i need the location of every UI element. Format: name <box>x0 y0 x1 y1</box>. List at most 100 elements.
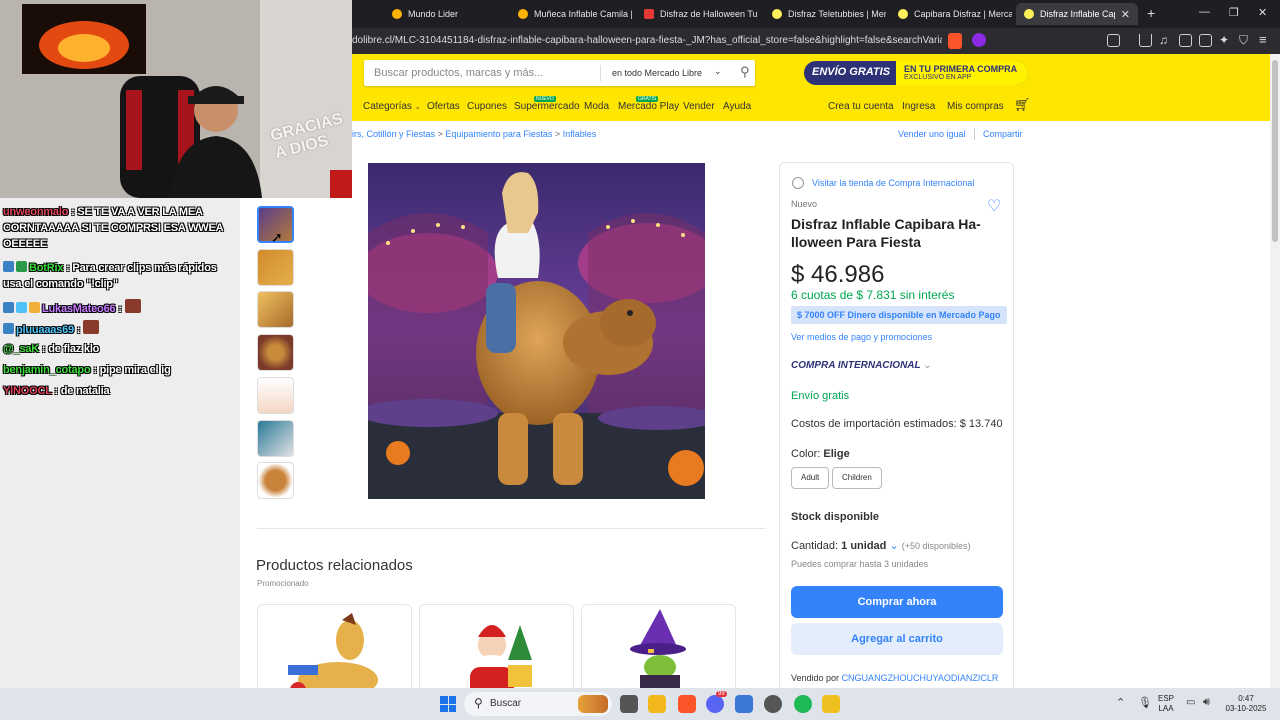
minimize-icon[interactable]: — <box>1199 6 1210 18</box>
notepad-icon[interactable] <box>735 695 753 713</box>
vpn-shield-icon[interactable]: ⛉ <box>1239 33 1248 48</box>
download-icon[interactable] <box>1139 34 1152 47</box>
tab-active-capibara[interactable]: Disfraz Inflable Capiba✕ <box>1016 3 1138 25</box>
promo-main-text: ENVÍO GRATIS <box>812 66 891 78</box>
condition-label: Nuevo <box>791 199 818 209</box>
promo-secondary: EN TU PRIMERA COMPRA EXCLUSIVO EN APP <box>896 61 1028 85</box>
store-link[interactable]: Visitar la tienda de Compra Internaciona… <box>812 178 974 188</box>
nav-ingresa[interactable]: Ingresa <box>902 101 935 112</box>
buy-now-button[interactable]: Comprar ahora <box>791 586 1003 618</box>
search-divider <box>600 65 601 81</box>
nav-ayuda[interactable]: Ayuda <box>723 101 751 112</box>
chevron-down-icon[interactable]: ⌄ <box>714 66 722 77</box>
spotify-icon[interactable] <box>794 695 812 713</box>
thumbnail-2[interactable] <box>257 249 294 286</box>
close-window-icon[interactable]: ✕ <box>1258 6 1267 19</box>
share-link[interactable]: Compartir <box>983 129 1023 139</box>
option-children[interactable]: Children <box>832 467 882 489</box>
badge-icon <box>16 302 27 313</box>
price: $ 46.986 <box>791 261 885 288</box>
quantity-selector[interactable]: Cantidad: 1 unidad ⌄ (+50 disponibles) <box>791 539 971 552</box>
chat-message: benjamin_cotapo : pipe mira el ig <box>3 364 171 376</box>
purchase-panel: Visitar la tienda de Compra Internaciona… <box>779 162 1014 702</box>
menu-icon[interactable]: ≡ <box>1259 32 1267 47</box>
heart-icon[interactable]: ♡ <box>987 196 1001 216</box>
nav-cupones[interactable]: Cupones <box>467 101 507 112</box>
nav-moda[interactable]: Moda <box>584 101 609 112</box>
windows-start-icon[interactable] <box>440 696 456 712</box>
nav-supermercado[interactable]: Supermercado <box>514 101 580 112</box>
sell-similar-link[interactable]: Vender uno igual <box>898 129 966 139</box>
search-icon[interactable]: ⚲ <box>740 64 750 80</box>
network-icon[interactable]: ▭ <box>1186 697 1195 708</box>
taskbar-search[interactable]: ⚲ Buscar <box>464 692 612 716</box>
tab-favicon-icon <box>518 9 528 19</box>
brave-shield-icon[interactable] <box>948 33 962 49</box>
discord-badge: 99 <box>716 691 727 697</box>
nav-vender[interactable]: Vender <box>683 101 715 112</box>
music-icon[interactable]: ♫ <box>1159 33 1168 47</box>
volume-icon[interactable]: 🔊︎ <box>1203 696 1210 709</box>
chevron-up-icon[interactable]: ⌃ <box>1116 696 1125 709</box>
maximize-icon[interactable]: ❐ <box>1229 6 1239 19</box>
search-scope-select[interactable]: en todo Mercado Libre <box>612 68 702 78</box>
close-tab-icon[interactable]: ✕ <box>1121 8 1130 21</box>
mouse-cursor-icon: ➚ <box>271 229 283 245</box>
tab-capibara[interactable]: Capibara Disfraz | Mercad <box>890 3 1012 25</box>
breadcrumb-item[interactable]: Equipamiento para Fiestas <box>445 129 552 139</box>
free-shipping-banner[interactable]: ENVÍO GRATIS EN TU PRIMERA COMPRA EXCLUS… <box>804 61 1028 85</box>
tab-favicon-icon <box>392 9 402 19</box>
tab-muneca[interactable]: Muñeca Inflable Camila | L <box>510 3 632 25</box>
brave-rewards-icon[interactable] <box>972 33 986 47</box>
product-photo <box>368 163 705 499</box>
option-adult[interactable]: Adult <box>791 467 830 489</box>
promo-line1: EN TU PRIMERA COMPRA <box>904 64 1018 74</box>
cart-icon[interactable]: 🛒︎ <box>1014 97 1031 113</box>
tab-favicon-icon <box>772 9 782 19</box>
brave-browser-icon[interactable] <box>678 695 696 713</box>
url-field[interactable]: dolibre.cl/MLC-3104451184-disfraz-inflab… <box>352 32 942 50</box>
clock[interactable]: 0:47 03-10-2025 <box>1224 694 1268 714</box>
nav-crea-cuenta[interactable]: Crea tu cuenta <box>828 101 894 112</box>
tab-mundo-lider[interactable]: Mundo Lider <box>384 3 506 25</box>
badge-icon <box>16 261 27 272</box>
file-explorer-icon[interactable] <box>648 695 666 713</box>
search-input[interactable]: Buscar productos, marcas y más... <box>374 67 543 79</box>
windows-taskbar: ⚲ Buscar 99 ⌃ 🎙︎ <box>0 688 1280 720</box>
nav-ofertas[interactable]: Ofertas <box>427 101 460 112</box>
scrollbar-thumb[interactable] <box>1272 60 1278 242</box>
seller-link[interactable]: CNGUANGZHOUCHUYAODIANZICLR <box>842 673 999 683</box>
language-indicator[interactable]: ESP LAA <box>1158 694 1174 714</box>
thumbnail-4[interactable] <box>257 334 294 371</box>
chevron-down-icon: ⌄ <box>414 104 421 111</box>
wallet-icon[interactable] <box>1199 34 1212 47</box>
breadcrumb: irs, Cotillón y Fiestas > Equipamiento p… <box>352 129 597 139</box>
product-main-image[interactable] <box>368 163 705 499</box>
payment-methods-link[interactable]: Ver medios de pago y promociones <box>791 332 932 342</box>
add-to-cart-button[interactable]: Agregar al carrito <box>791 623 1003 655</box>
nav-mis-compras[interactable]: Mis compras <box>947 101 1004 112</box>
import-costs: Costos de importación estimados: $ 13.74… <box>791 418 1003 430</box>
obs-icon[interactable] <box>764 695 782 713</box>
thumbnail-7[interactable] <box>257 462 294 499</box>
nav-mercado-play[interactable]: Mercado Play <box>618 101 679 112</box>
thumbnail-5[interactable] <box>257 377 294 414</box>
search-bar[interactable]: Buscar productos, marcas y más... en tod… <box>364 60 755 86</box>
task-view-icon[interactable] <box>620 695 638 713</box>
app-icon[interactable] <box>822 695 840 713</box>
tab-teletubbies[interactable]: Disfraz Teletubbies | Merc <box>764 3 886 25</box>
breadcrumb-item[interactable]: Inflables <box>563 129 597 139</box>
breadcrumb-item[interactable]: irs, Cotillón y Fiestas <box>352 129 435 139</box>
international-badge[interactable]: COMPRA INTERNACIONAL ⌄ <box>791 360 932 371</box>
thumbnail-3[interactable] <box>257 291 294 328</box>
reader-mode-icon[interactable] <box>1107 34 1120 47</box>
microphone-icon[interactable]: 🎙︎ <box>1138 696 1152 709</box>
sidebar-icon[interactable] <box>1179 34 1192 47</box>
new-tab-button[interactable]: + <box>1147 5 1155 21</box>
leo-ai-icon[interactable]: ✦ <box>1219 33 1229 47</box>
tab-disfraz-tung[interactable]: Disfraz de Halloween Tung <box>636 3 758 25</box>
badge-icon <box>29 302 40 313</box>
discord-icon[interactable] <box>706 695 724 713</box>
nav-categorias[interactable]: Categorías ⌄ <box>363 101 421 112</box>
thumbnail-6[interactable] <box>257 420 294 457</box>
